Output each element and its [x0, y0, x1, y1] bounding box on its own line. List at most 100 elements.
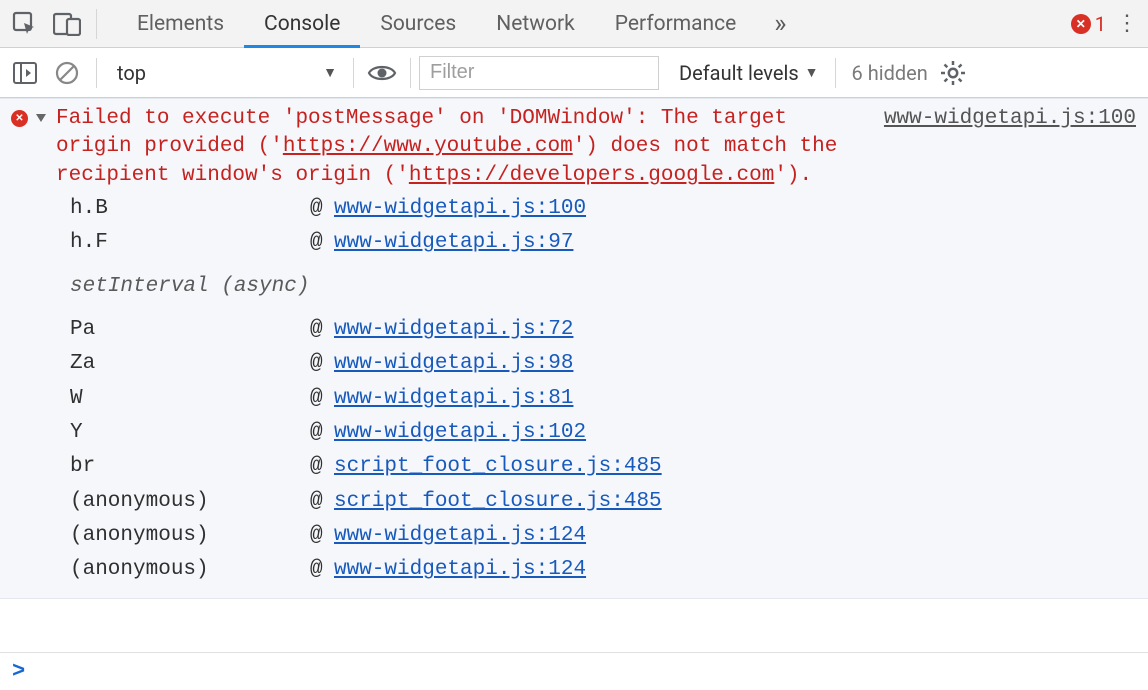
stack-frame-row: Y@www-widgetapi.js:102	[70, 416, 1136, 450]
frame-location-link[interactable]: www-widgetapi.js:102	[334, 421, 586, 444]
device-toggle-button[interactable]	[46, 0, 88, 48]
kebab-icon: ⋮	[1116, 11, 1138, 36]
frame-location: www-widgetapi.js:98	[334, 350, 573, 378]
separator	[96, 58, 97, 88]
frame-at: @	[310, 316, 334, 344]
stack-frame-row: Za@www-widgetapi.js:98	[70, 347, 1136, 381]
frame-location-link[interactable]: www-widgetapi.js:98	[334, 352, 573, 375]
source-link[interactable]: www-widgetapi.js:100	[884, 107, 1136, 130]
frame-location-link[interactable]: www-widgetapi.js:97	[334, 231, 573, 254]
console-output: Failed to execute 'postMessage' on 'DOMW…	[0, 98, 1148, 652]
error-text: Failed to execute 'postMessage' on 'DOMW…	[46, 105, 864, 190]
disclosure-triangle-icon[interactable]	[36, 114, 46, 122]
separator	[96, 9, 97, 39]
console-settings-button[interactable]	[936, 48, 970, 98]
frame-location: www-widgetapi.js:124	[334, 522, 586, 550]
frame-location: www-widgetapi.js:100	[334, 195, 586, 223]
frame-location-link[interactable]: script_foot_closure.js:485	[334, 490, 662, 513]
frame-location-link[interactable]: script_foot_closure.js:485	[334, 455, 662, 478]
origin-link-2[interactable]: https://developers.google.com	[409, 164, 774, 187]
more-options-button[interactable]: ⋮	[1112, 11, 1142, 36]
frame-function: h.B	[70, 195, 310, 223]
stack-frame-row: (anonymous)@www-widgetapi.js:124	[70, 519, 1136, 553]
frame-location-link[interactable]: www-widgetapi.js:100	[334, 197, 586, 220]
inspect-icon	[12, 11, 38, 37]
separator	[835, 58, 836, 88]
async-boundary: setInterval (async)	[12, 263, 1136, 311]
frame-location: script_foot_closure.js:485	[334, 488, 662, 516]
tab-sources[interactable]: Sources	[360, 0, 476, 48]
eye-icon	[367, 63, 397, 83]
stack-frame-row: br@script_foot_closure.js:485	[70, 450, 1136, 484]
frame-at: @	[310, 522, 334, 550]
tab-network[interactable]: Network	[476, 0, 595, 48]
tab-console[interactable]: Console	[244, 0, 360, 48]
log-levels-select[interactable]: Default levels ▼	[671, 56, 827, 90]
sidebar-icon	[13, 62, 37, 84]
gear-icon	[940, 60, 966, 86]
error-icon	[11, 110, 28, 127]
frame-function: (anonymous)	[70, 488, 310, 516]
stack-frame-row: W@www-widgetapi.js:81	[70, 382, 1136, 416]
stack-frames-before-async: h.B@www-widgetapi.js:100h.F@www-widgetap…	[12, 190, 1136, 263]
frame-at: @	[310, 556, 334, 584]
frame-location: www-widgetapi.js:97	[334, 229, 573, 257]
frame-function: W	[70, 385, 310, 413]
chevron-down-icon: ▼	[805, 64, 819, 81]
hidden-messages-count[interactable]: 6 hidden	[852, 61, 928, 85]
frame-function: br	[70, 453, 310, 481]
frame-at: @	[310, 453, 334, 481]
origin-link-1[interactable]: https://www.youtube.com	[283, 135, 573, 158]
message-source: www-widgetapi.js:100	[884, 105, 1136, 190]
frame-function: Pa	[70, 316, 310, 344]
frame-at: @	[310, 488, 334, 516]
error-count-badge[interactable]: 1	[1071, 12, 1106, 36]
frame-location: script_foot_closure.js:485	[334, 453, 662, 481]
tab-performance[interactable]: Performance	[595, 0, 756, 48]
tab-elements[interactable]: Elements	[117, 0, 244, 48]
frame-location-link[interactable]: www-widgetapi.js:124	[334, 524, 586, 547]
frame-at: @	[310, 350, 334, 378]
device-icon	[53, 12, 81, 36]
frame-function: h.F	[70, 229, 310, 257]
frame-at: @	[310, 229, 334, 257]
clear-console-button[interactable]	[46, 48, 88, 98]
prompt-caret-icon: >	[12, 659, 25, 684]
toggle-sidebar-button[interactable]	[4, 48, 46, 98]
frame-function: (anonymous)	[70, 556, 310, 584]
console-error-message[interactable]: Failed to execute 'postMessage' on 'DOMW…	[0, 98, 1148, 599]
frame-location-link[interactable]: www-widgetapi.js:72	[334, 318, 573, 341]
separator	[410, 58, 411, 88]
frame-function: Y	[70, 419, 310, 447]
error-icon	[1071, 14, 1091, 34]
separator	[353, 58, 354, 88]
console-prompt[interactable]: >	[0, 652, 1148, 690]
panel-tabs: Elements Console Sources Network Perform…	[117, 0, 804, 48]
stack-frame-row: h.B@www-widgetapi.js:100	[70, 192, 1136, 226]
frame-location: www-widgetapi.js:102	[334, 419, 586, 447]
inspect-element-button[interactable]	[4, 0, 46, 48]
stack-frame-row: Pa@www-widgetapi.js:72	[70, 313, 1136, 347]
levels-label: Default levels	[679, 61, 799, 85]
frame-location: www-widgetapi.js:81	[334, 385, 573, 413]
frame-function: Za	[70, 350, 310, 378]
frame-location: www-widgetapi.js:124	[334, 556, 586, 584]
frame-location-link[interactable]: www-widgetapi.js:124	[334, 558, 586, 581]
tabs-overflow-button[interactable]: »	[756, 0, 804, 48]
error-count: 1	[1095, 12, 1106, 36]
frame-location: www-widgetapi.js:72	[334, 316, 573, 344]
frame-at: @	[310, 385, 334, 413]
chevron-down-icon: ▼	[323, 64, 337, 81]
stack-frame-row: h.F@www-widgetapi.js:97	[70, 226, 1136, 260]
filter-input[interactable]	[419, 56, 659, 90]
frame-function: (anonymous)	[70, 522, 310, 550]
frame-location-link[interactable]: www-widgetapi.js:81	[334, 387, 573, 410]
execution-context-select[interactable]: top ▼	[105, 56, 345, 90]
devtools-tabbar: Elements Console Sources Network Perform…	[0, 0, 1148, 48]
stack-frame-row: (anonymous)@script_foot_closure.js:485	[70, 485, 1136, 519]
stack-frames-after-async: Pa@www-widgetapi.js:72Za@www-widgetapi.j…	[12, 311, 1136, 590]
live-expression-button[interactable]	[362, 48, 402, 98]
context-label: top	[117, 61, 146, 85]
clear-icon	[55, 61, 79, 85]
frame-at: @	[310, 195, 334, 223]
